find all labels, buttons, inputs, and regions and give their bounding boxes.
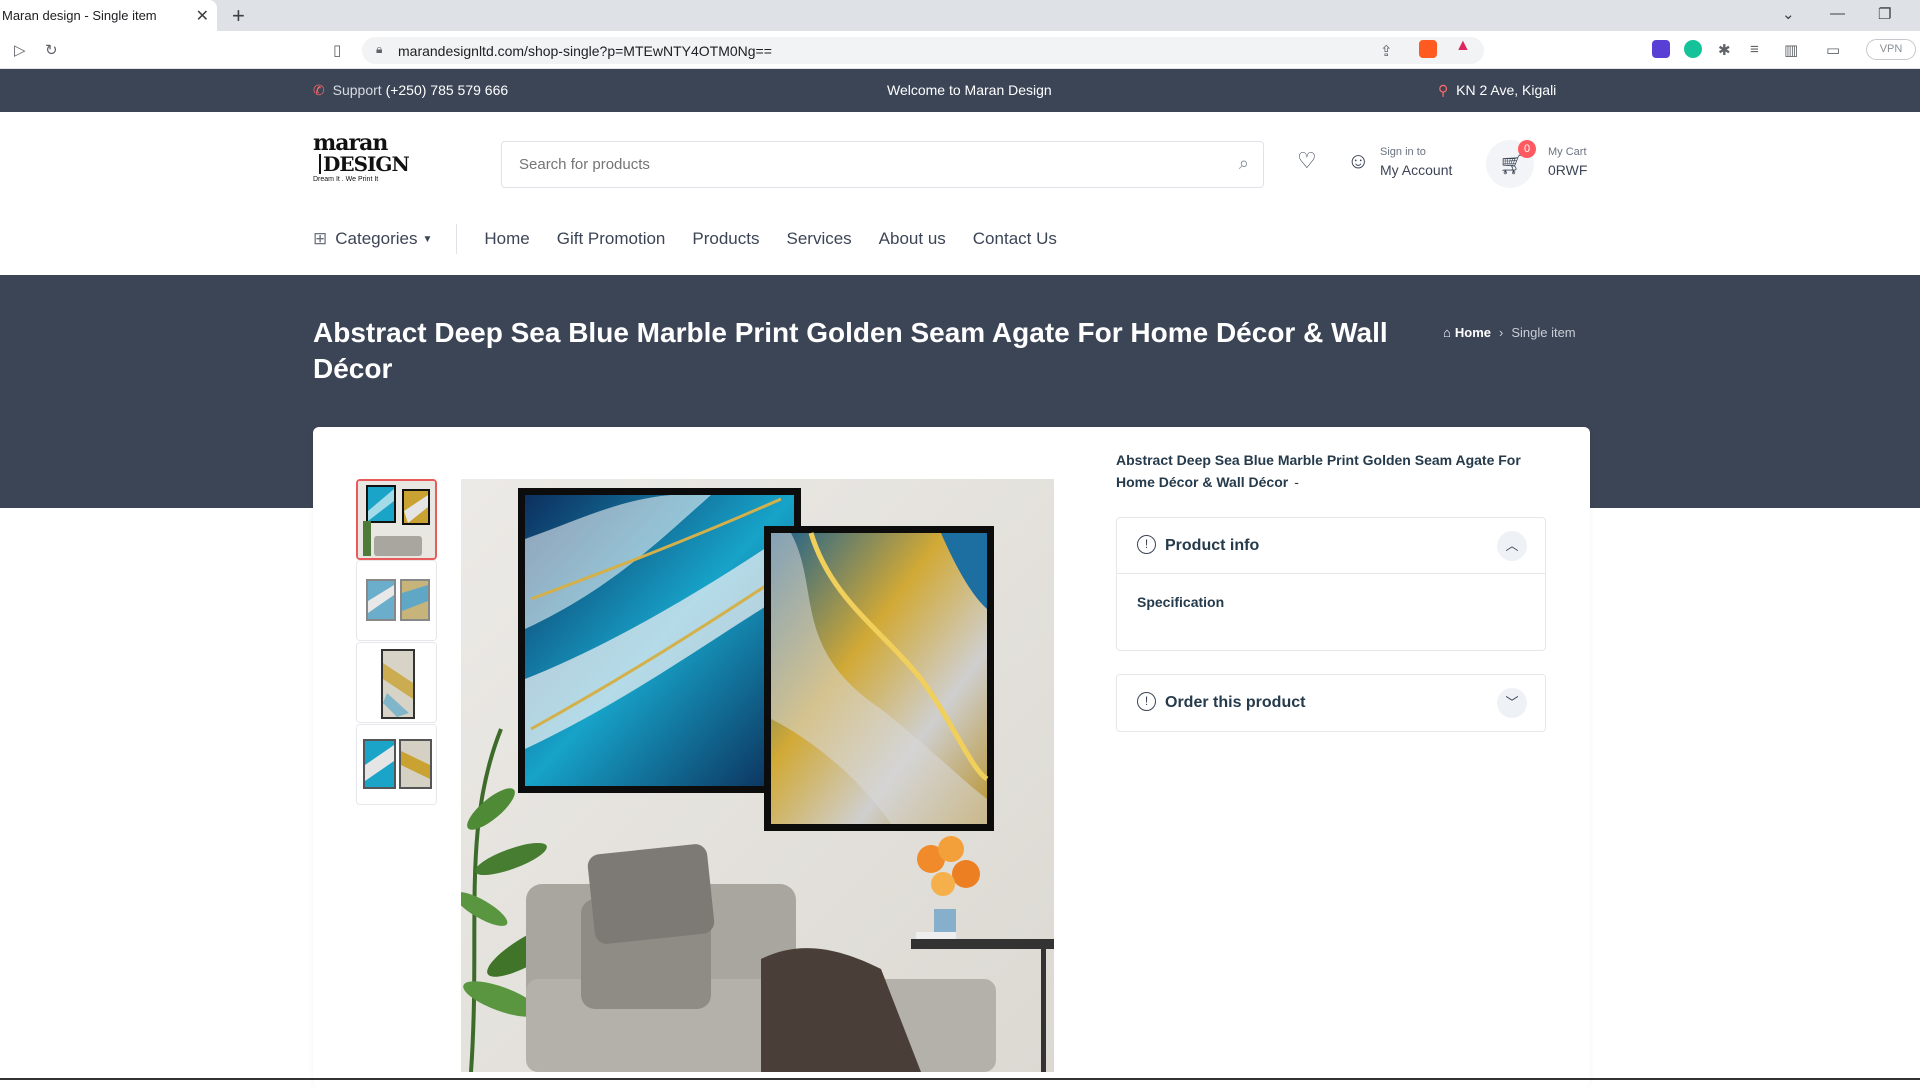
support-label: Support bbox=[332, 82, 382, 98]
search-box: ⌕ bbox=[501, 141, 1264, 188]
product-name: Abstract Deep Sea Blue Marble Print Gold… bbox=[1116, 449, 1546, 493]
accordion-product-info: ! Product info ︿ Specification bbox=[1116, 517, 1546, 651]
search-input[interactable] bbox=[519, 156, 1199, 173]
logo-tagline: Dream It . We Print It bbox=[313, 176, 379, 183]
lock-icon: 🔒︎ bbox=[376, 42, 383, 56]
account-small-text: Sign in to bbox=[1380, 146, 1426, 158]
product-thumbnail[interactable] bbox=[356, 642, 437, 723]
chevron-down-icon[interactable]: ﹀ bbox=[1497, 688, 1527, 718]
support-phone[interactable]: (+250) 785 579 666 bbox=[386, 82, 509, 98]
info-circle-icon: ! bbox=[1137, 535, 1156, 554]
nav-about-us[interactable]: About us bbox=[879, 229, 946, 249]
info-circle-icon: ! bbox=[1137, 692, 1156, 711]
page-title: Abstract Deep Sea Blue Marble Print Gold… bbox=[313, 317, 1388, 384]
phone-icon: ✆ bbox=[313, 82, 325, 98]
browser-tab[interactable]: Maran design - Single item ✕ bbox=[0, 0, 217, 31]
home-icon: ⌂ bbox=[1443, 325, 1451, 340]
product-thumbnail[interactable] bbox=[356, 560, 437, 641]
wishlist-heart-icon[interactable]: ♡ bbox=[1297, 148, 1317, 174]
product-thumbnail[interactable] bbox=[356, 479, 437, 560]
cart-small-text: My Cart bbox=[1548, 146, 1587, 158]
accordion-header-product-info[interactable]: ! Product info ︿ bbox=[1117, 518, 1545, 574]
breadcrumb-home[interactable]: Home bbox=[1455, 325, 1491, 340]
breadcrumb-current: Single item bbox=[1511, 325, 1576, 340]
grid-icon: ⊞ bbox=[313, 229, 328, 248]
logo-line1: maran bbox=[313, 130, 388, 156]
categories-label: Categories bbox=[335, 229, 418, 248]
accordion-header-order[interactable]: ! Order this product ﹀ bbox=[1117, 675, 1545, 731]
support-info: ✆ Support (+250) 785 579 666 bbox=[313, 82, 508, 99]
minimize-icon[interactable]: — bbox=[1830, 5, 1845, 22]
cart-count-badge: 0 bbox=[1518, 140, 1536, 158]
logo-line2: DESIGN bbox=[319, 154, 410, 174]
product-name-suffix: - bbox=[1294, 474, 1299, 490]
close-tab-icon[interactable]: ✕ bbox=[196, 6, 209, 26]
new-tab-icon[interactable]: + bbox=[232, 3, 245, 29]
sidebar-icon[interactable]: ▥ bbox=[1784, 41, 1798, 59]
accordion-body: Specification bbox=[1137, 594, 1225, 610]
categories-dropdown[interactable]: ⊞ Categories ▼ bbox=[313, 224, 458, 254]
bookmark-icon[interactable]: ▯ bbox=[333, 41, 341, 59]
url-text: marandesignltd.com/shop-single?p=MTEwNTY… bbox=[398, 43, 772, 59]
accordion-order-product: ! Order this product ﹀ bbox=[1116, 674, 1546, 732]
reload-icon[interactable]: ↻ bbox=[45, 41, 58, 59]
forward-icon[interactable]: ▷ bbox=[14, 41, 26, 59]
product-main-image[interactable] bbox=[461, 479, 1054, 1072]
chevron-up-icon[interactable]: ︿ bbox=[1497, 531, 1527, 561]
user-icon: ☺ bbox=[1347, 148, 1370, 173]
location-info: ⚲ KN 2 Ave, Kigali bbox=[1438, 82, 1556, 99]
cart-button[interactable]: 🛒︎ 0 bbox=[1486, 140, 1536, 188]
browser-toolbar: ▷ ↻ ▯ 🔒︎ marandesignltd.com/shop-single?… bbox=[0, 31, 1920, 69]
product-name-text: Abstract Deep Sea Blue Marble Print Gold… bbox=[1116, 452, 1521, 490]
chevron-right-icon: › bbox=[1498, 325, 1504, 340]
tab-title: Maran design - Single item bbox=[2, 8, 157, 23]
caret-down-icon: ▼ bbox=[422, 233, 433, 245]
wallet-icon[interactable]: ▭ bbox=[1826, 41, 1840, 59]
welcome-text: Welcome to Maran Design bbox=[887, 82, 1052, 98]
accordion-title: Product info bbox=[1165, 537, 1260, 554]
grammarly-icon[interactable] bbox=[1684, 40, 1702, 58]
extension-purple-icon[interactable] bbox=[1652, 40, 1670, 58]
cart-total: 0RWF bbox=[1548, 162, 1588, 178]
product-thumbnail[interactable] bbox=[356, 724, 437, 805]
breadcrumb: ⌂ Home › Single item bbox=[1443, 325, 1576, 340]
nav-contact-us[interactable]: Contact Us bbox=[973, 229, 1057, 249]
vpn-button[interactable]: VPN bbox=[1866, 39, 1916, 60]
nav-gift-promotion[interactable]: Gift Promotion bbox=[557, 229, 666, 249]
nav-home[interactable]: Home bbox=[484, 229, 529, 249]
share-icon[interactable]: ⇪ bbox=[1380, 42, 1393, 60]
location-text: KN 2 Ave, Kigali bbox=[1456, 82, 1557, 98]
browser-tabbar: Maran design - Single item ✕ + ⌄ — ❐ bbox=[0, 0, 1920, 31]
site-logo[interactable]: maran DESIGN Dream It . We Print It bbox=[313, 130, 410, 192]
site-header: maran DESIGN Dream It . We Print It ⌕ ♡ … bbox=[0, 112, 1920, 275]
account-label: My Account bbox=[1380, 162, 1453, 178]
nav-products[interactable]: Products bbox=[692, 229, 759, 249]
extensions-icon[interactable]: ✱ bbox=[1718, 41, 1731, 59]
tab-search-icon[interactable]: ⌄ bbox=[1782, 5, 1795, 23]
accordion-title: Order this product bbox=[1165, 694, 1306, 711]
nav-services[interactable]: Services bbox=[786, 229, 851, 249]
brave-shield-icon[interactable] bbox=[1419, 40, 1437, 58]
maximize-icon[interactable]: ❐ bbox=[1878, 5, 1891, 23]
top-info-bar: ✆ Support (+250) 785 579 666 Welcome to … bbox=[0, 69, 1920, 112]
cart-summary[interactable]: My Cart 0RWF bbox=[1548, 146, 1587, 178]
main-nav: ⊞ Categories ▼ Home Gift Promotion Produ… bbox=[313, 224, 1057, 254]
reading-list-icon[interactable]: ≡ bbox=[1750, 41, 1759, 58]
address-bar[interactable]: 🔒︎ marandesignltd.com/shop-single?p=MTEw… bbox=[362, 37, 1484, 64]
product-card: Abstract Deep Sea Blue Marble Print Gold… bbox=[313, 427, 1590, 1087]
search-icon[interactable]: ⌕ bbox=[1239, 153, 1249, 174]
brave-rewards-icon[interactable]: ▲ bbox=[1455, 37, 1473, 55]
location-pin-icon: ⚲ bbox=[1438, 82, 1449, 98]
